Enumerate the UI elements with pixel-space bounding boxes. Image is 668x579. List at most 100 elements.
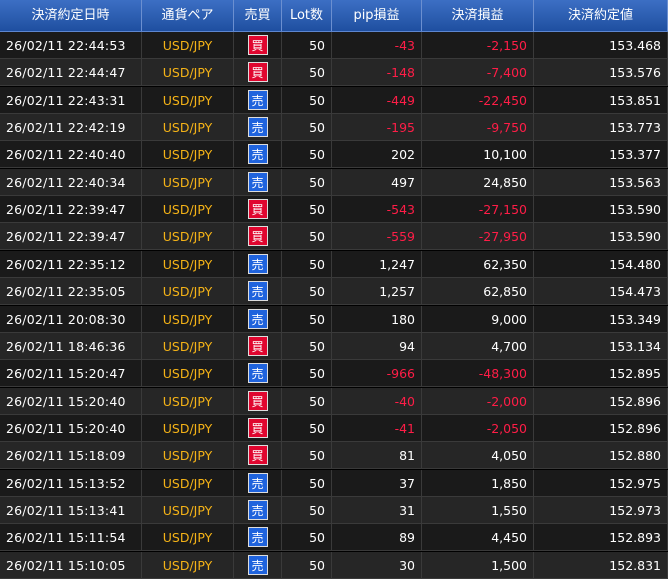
cell-settlement-pnl: -48,300 (422, 360, 534, 388)
cell-settlement-pnl: 1,500 (422, 551, 534, 579)
table-row[interactable]: 26/02/11 22:39:47 USD/JPY 買 50 -559 -27,950 15… (0, 223, 668, 251)
cell-lot: 50 (282, 332, 332, 360)
cell-pip-pnl: 89 (332, 524, 422, 552)
cell-settlement-price: 153.851 (534, 86, 668, 114)
header-side[interactable]: 売買 (234, 0, 282, 31)
cell-pip-pnl: -40 (332, 387, 422, 415)
sell-badge: 売 (247, 89, 268, 110)
table-row[interactable]: 26/02/11 22:44:53 USD/JPY 買 50 -43 -2,150 153.… (0, 32, 668, 59)
cell-settlement-price: 152.895 (534, 360, 668, 388)
table-row[interactable]: 26/02/11 22:40:40 USD/JPY 売 50 202 10,100 153.… (0, 141, 668, 169)
cell-datetime: 26/02/11 22:35:05 (0, 278, 142, 306)
buy-badge: 買 (247, 199, 268, 220)
table-row[interactable]: 26/02/11 15:11:54 USD/JPY 売 50 89 4,450 152.89… (0, 524, 668, 552)
buy-badge: 買 (247, 417, 268, 438)
cell-pip-pnl: -559 (332, 223, 422, 251)
cell-lot: 50 (282, 59, 332, 87)
cell-datetime: 26/02/11 15:18:09 (0, 442, 142, 470)
table-row[interactable]: 26/02/11 18:46:36 USD/JPY 買 50 94 4,700 153.13… (0, 332, 668, 360)
header-pip-pnl[interactable]: pip損益 (332, 0, 422, 31)
table-row[interactable]: 26/02/11 15:20:47 USD/JPY 売 50 -966 -48,300 15… (0, 360, 668, 388)
cell-settlement-price: 152.831 (534, 551, 668, 579)
header-settlement-datetime[interactable]: 決済約定日時 (0, 0, 142, 31)
cell-datetime: 26/02/11 22:39:47 (0, 223, 142, 251)
cell-lot: 50 (282, 86, 332, 114)
cell-lot: 50 (282, 32, 332, 59)
cell-datetime: 26/02/11 22:39:47 (0, 196, 142, 224)
cell-datetime: 26/02/11 22:42:19 (0, 114, 142, 142)
cell-side: 売 (234, 168, 282, 196)
table-row[interactable]: 26/02/11 22:43:31 USD/JPY 売 50 -449 -22,450 15… (0, 86, 668, 114)
cell-currency-pair: USD/JPY (142, 524, 234, 552)
table-row[interactable]: 26/02/11 22:39:47 USD/JPY 買 50 -543 -27,150 15… (0, 196, 668, 224)
table-row[interactable]: 26/02/11 22:42:19 USD/JPY 売 50 -195 -9,750 153… (0, 114, 668, 142)
cell-settlement-price: 153.134 (534, 332, 668, 360)
cell-side: 売 (234, 278, 282, 306)
cell-datetime: 26/02/11 20:08:30 (0, 305, 142, 333)
cell-lot: 50 (282, 168, 332, 196)
cell-lot: 50 (282, 414, 332, 442)
cell-side: 売 (234, 305, 282, 333)
cell-currency-pair: USD/JPY (142, 332, 234, 360)
cell-settlement-price: 153.377 (534, 141, 668, 169)
sell-badge: 売 (247, 472, 268, 493)
table-row[interactable]: 26/02/11 22:35:05 USD/JPY 売 50 1,257 62,850 15… (0, 278, 668, 306)
cell-currency-pair: USD/JPY (142, 442, 234, 470)
cell-currency-pair: USD/JPY (142, 414, 234, 442)
table-row[interactable]: 26/02/11 22:35:12 USD/JPY 売 50 1,247 62,350 15… (0, 250, 668, 278)
cell-currency-pair: USD/JPY (142, 496, 234, 524)
cell-datetime: 26/02/11 22:40:40 (0, 141, 142, 169)
table-row[interactable]: 26/02/11 20:08:30 USD/JPY 売 50 180 9,000 153.3… (0, 305, 668, 333)
header-settlement-price[interactable]: 決済約定値 (534, 0, 668, 31)
cell-pip-pnl: -41 (332, 414, 422, 442)
cell-lot: 50 (282, 141, 332, 169)
sell-badge: 売 (247, 527, 268, 548)
cell-pip-pnl: 37 (332, 469, 422, 497)
cell-settlement-price: 153.773 (534, 114, 668, 142)
cell-settlement-pnl: 10,100 (422, 141, 534, 169)
cell-side: 売 (234, 524, 282, 552)
cell-settlement-pnl: -2,150 (422, 32, 534, 59)
cell-side: 買 (234, 332, 282, 360)
table-row[interactable]: 26/02/11 22:40:34 USD/JPY 売 50 497 24,850 153.… (0, 168, 668, 196)
cell-currency-pair: USD/JPY (142, 141, 234, 169)
cell-side: 売 (234, 141, 282, 169)
cell-settlement-pnl: 1,550 (422, 496, 534, 524)
cell-settlement-price: 153.468 (534, 32, 668, 59)
table-row[interactable]: 26/02/11 15:18:09 USD/JPY 買 50 81 4,050 152.88… (0, 442, 668, 470)
cell-pip-pnl: 94 (332, 332, 422, 360)
table-row[interactable]: 26/02/11 15:13:41 USD/JPY 売 50 31 1,550 152.97… (0, 496, 668, 524)
cell-currency-pair: USD/JPY (142, 469, 234, 497)
cell-lot: 50 (282, 360, 332, 388)
cell-settlement-pnl: -27,950 (422, 223, 534, 251)
header-lot[interactable]: Lot数 (282, 0, 332, 31)
cell-pip-pnl: -966 (332, 360, 422, 388)
cell-settlement-pnl: -7,400 (422, 59, 534, 87)
cell-settlement-pnl: 24,850 (422, 168, 534, 196)
cell-settlement-price: 152.896 (534, 414, 668, 442)
table-row[interactable]: 26/02/11 15:13:52 USD/JPY 売 50 37 1,850 152.97… (0, 469, 668, 497)
cell-settlement-pnl: 62,350 (422, 250, 534, 278)
cell-settlement-pnl: 4,450 (422, 524, 534, 552)
cell-side: 売 (234, 360, 282, 388)
header-currency-pair[interactable]: 通貨ペア (142, 0, 234, 31)
cell-pip-pnl: 1,247 (332, 250, 422, 278)
sell-badge: 売 (247, 281, 268, 302)
cell-side: 売 (234, 250, 282, 278)
cell-datetime: 26/02/11 15:11:54 (0, 524, 142, 552)
cell-pip-pnl: -449 (332, 86, 422, 114)
table-row[interactable]: 26/02/11 15:20:40 USD/JPY 買 50 -41 -2,050 152.… (0, 414, 668, 442)
cell-pip-pnl: -43 (332, 32, 422, 59)
buy-badge: 買 (247, 390, 268, 411)
table-row[interactable]: 26/02/11 15:10:05 USD/JPY 売 50 30 1,500 152.83… (0, 551, 668, 579)
cell-pip-pnl: 81 (332, 442, 422, 470)
table-row[interactable]: 26/02/11 22:44:47 USD/JPY 買 50 -148 -7,400 153… (0, 59, 668, 87)
sell-badge: 売 (247, 253, 268, 274)
cell-lot: 50 (282, 305, 332, 333)
cell-side: 売 (234, 114, 282, 142)
cell-settlement-pnl: -2,000 (422, 387, 534, 415)
header-settlement-pnl[interactable]: 決済損益 (422, 0, 534, 31)
cell-currency-pair: USD/JPY (142, 360, 234, 388)
cell-datetime: 26/02/11 15:13:52 (0, 469, 142, 497)
table-row[interactable]: 26/02/11 15:20:40 USD/JPY 買 50 -40 -2,000 152.… (0, 387, 668, 415)
